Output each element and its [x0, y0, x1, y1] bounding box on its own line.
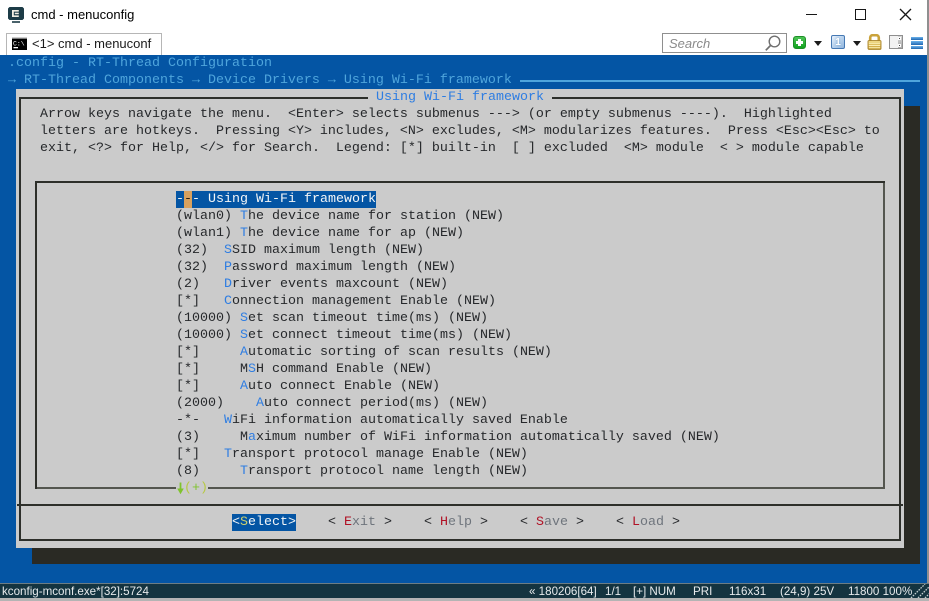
svg-text:C:\: C:\ [13, 41, 25, 48]
